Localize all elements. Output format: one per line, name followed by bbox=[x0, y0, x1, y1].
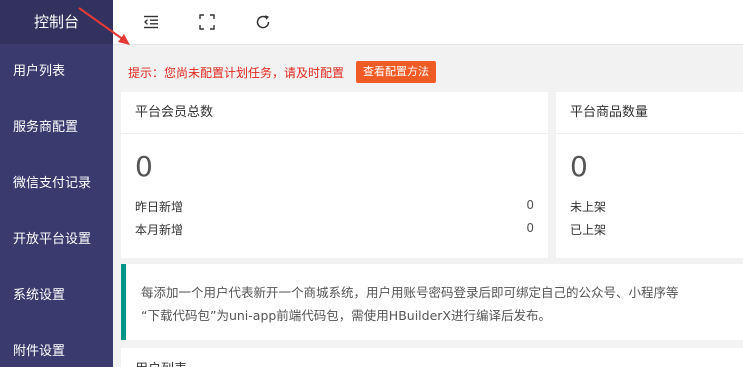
stat-row-yesterday: 昨日新增 0 bbox=[135, 198, 534, 218]
info-blockquote: 每添加一个用户代表新开一个商城系统，用户用账号密码登录后即可绑定自己的公众号、小… bbox=[121, 264, 743, 340]
stat-row-listed: 已上架 bbox=[570, 221, 729, 241]
product-count-card: 平台商品数量 0 未上架 已上架 bbox=[556, 92, 743, 258]
view-config-method-button[interactable]: 查看配置方法 bbox=[356, 61, 437, 83]
info-line-1: 每添加一个用户代表新开一个商城系统，用户用账号密码登录后即可绑定自己的公众号、小… bbox=[141, 285, 679, 300]
stat-label: 未上架 bbox=[570, 200, 607, 214]
notice-text: 提示：您尚未配置计划任务，请及时配置 bbox=[128, 65, 345, 80]
card-value: 0 bbox=[135, 150, 153, 183]
member-total-card: 平台会员总数 0 昨日新增 0 本月新增 0 bbox=[121, 92, 548, 258]
user-list-card: 用户列表 bbox=[121, 348, 743, 367]
stat-row-month: 本月新增 0 bbox=[135, 221, 534, 241]
stat-label: 已上架 bbox=[570, 223, 607, 237]
app-root: 控制台 用户列表 服务商配置 微信支付记录 开放平台设置 系统设置 附件设置 提… bbox=[0, 0, 743, 367]
sidebar-item-user-list[interactable]: 用户列表 bbox=[0, 44, 113, 100]
sidebar-item-wechat-pay-records[interactable]: 微信支付记录 bbox=[0, 156, 113, 212]
stat-label: 昨日新增 bbox=[135, 200, 184, 214]
sidebar-item-attachment-settings[interactable]: 附件设置 bbox=[0, 324, 113, 367]
sidebar-item-open-platform[interactable]: 开放平台设置 bbox=[0, 212, 113, 268]
menu-fold-icon[interactable] bbox=[141, 12, 161, 32]
stat-value: 0 bbox=[526, 221, 534, 235]
sidebar: 控制台 用户列表 服务商配置 微信支付记录 开放平台设置 系统设置 附件设置 bbox=[0, 0, 113, 367]
sidebar-item-provider-config[interactable]: 服务商配置 bbox=[0, 100, 113, 156]
sidebar-brand[interactable]: 控制台 bbox=[0, 0, 113, 44]
fullscreen-icon[interactable] bbox=[197, 12, 217, 32]
card-title: 平台会员总数 bbox=[121, 92, 548, 134]
user-list-title: 用户列表 bbox=[135, 358, 187, 367]
refresh-icon[interactable] bbox=[253, 12, 273, 32]
stat-value: 0 bbox=[526, 198, 534, 212]
cron-notice: 提示：您尚未配置计划任务，请及时配置 查看配置方法 bbox=[128, 61, 437, 83]
info-line-2: “下载代码包”为uni-app前端代码包，需使用HBuilderX进行编译后发布… bbox=[141, 308, 551, 323]
stat-label: 本月新增 bbox=[135, 223, 184, 237]
card-value: 0 bbox=[570, 150, 588, 183]
stat-row-unlisted: 未上架 bbox=[570, 198, 729, 218]
card-title: 平台商品数量 bbox=[556, 92, 743, 134]
top-bar bbox=[113, 0, 743, 45]
sidebar-item-system-settings[interactable]: 系统设置 bbox=[0, 268, 113, 324]
